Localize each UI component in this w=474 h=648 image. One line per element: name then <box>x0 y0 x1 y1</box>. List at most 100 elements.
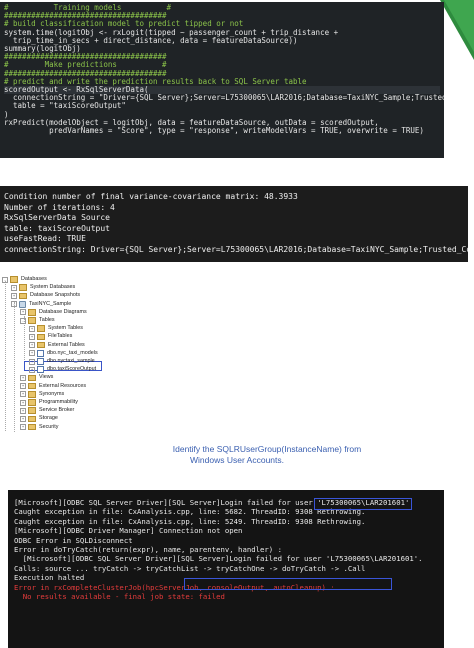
tree-node[interactable]: + System Tables <box>29 325 83 332</box>
tree-node-label: Storage <box>39 415 58 422</box>
tree-node[interactable]: + Synonyms <box>20 391 64 398</box>
expand-icon[interactable]: + <box>29 350 35 357</box>
console-line: RxSqlServerData Source <box>4 213 110 223</box>
tree-node[interactable]: + Service Broker <box>20 407 74 414</box>
collapse-icon[interactable]: - <box>11 301 17 308</box>
error-console-output: [Microsoft][ODBC SQL Server Driver][SQL … <box>8 490 444 648</box>
folder-icon <box>37 325 45 332</box>
tree-node-label: External Tables <box>48 341 85 348</box>
tree-node-label: Security <box>39 423 59 430</box>
folder-icon <box>19 284 27 291</box>
folder-icon <box>28 399 36 406</box>
tree-node-label: dbo.taxiScoreOutput <box>47 366 97 373</box>
folder-icon <box>28 407 36 414</box>
tree-node-label: Databases <box>21 276 47 282</box>
tree-node[interactable]: + Programmability <box>20 399 78 406</box>
tree-node-label: Programmability <box>39 399 78 405</box>
expand-icon[interactable]: + <box>11 284 17 291</box>
login-error-highlight-1 <box>314 498 412 510</box>
folder-icon <box>28 309 36 316</box>
tree-node-label: Database Diagrams <box>39 308 87 315</box>
r-code-editor[interactable]: # Training models # #####################… <box>0 2 444 158</box>
tree-node-label: dbo.nyctaxi_sample <box>47 358 95 364</box>
tree-node[interactable]: + System Databases <box>11 284 75 291</box>
folder-icon <box>28 382 36 390</box>
error-line: Error in doTryCatch(return(expr), name, … <box>14 545 282 555</box>
instruction-caption: Identify the SQLRUserGroup(InstanceName)… <box>0 444 474 466</box>
tree-node-label: System Databases <box>30 284 76 291</box>
expand-icon[interactable]: + <box>29 342 35 349</box>
tree-node[interactable]: + External Tables <box>29 342 85 349</box>
tree-node[interactable]: + Database Diagrams <box>20 309 87 316</box>
tree-node[interactable]: - Databases <box>2 276 47 283</box>
table-icon <box>37 350 44 357</box>
folder-icon <box>28 374 36 382</box>
expand-icon[interactable]: + <box>20 407 26 414</box>
tree-node[interactable]: + Storage <box>20 415 58 423</box>
tree-node[interactable]: - Tables <box>20 317 55 324</box>
tree-node[interactable]: + Database Snapshots <box>11 292 81 300</box>
expand-icon[interactable]: + <box>20 309 26 316</box>
caption-line-2: Windows User Accounts. <box>189 455 284 465</box>
tree-node[interactable]: + dbo.taxiScoreOutput <box>29 366 96 373</box>
database-icon <box>19 300 26 308</box>
tree-node[interactable]: + dbo.nyc_taxi_models <box>29 350 98 357</box>
tree-node-label: System Tables <box>48 325 83 332</box>
console-line: useFastRead: TRUE <box>4 234 86 244</box>
tree-node-label: dbo.nyc_taxi_models <box>47 349 98 356</box>
error-line: ODBC Error in SQLDisconnect <box>14 535 133 545</box>
error-line: Calls: source ... tryCatch -> tryCatchLi… <box>14 563 366 573</box>
folder-icon <box>28 317 36 324</box>
console-line: Condition number of final variance-covar… <box>4 192 298 201</box>
r-console-output: Condition number of final variance-covar… <box>0 186 468 262</box>
code-line[interactable]: predVarNames = "Score", type = "response… <box>4 126 440 135</box>
console-line: Number of iterations: 4 <box>4 202 115 212</box>
error-line: No results available - final job state: … <box>14 592 225 602</box>
code-line[interactable]: table = "taxiScoreOutput" <box>4 102 440 110</box>
tree-node-label: External Resources <box>39 382 87 389</box>
expand-icon[interactable]: + <box>29 366 35 373</box>
console-line: connectionString: Driver={SQL Server};Se… <box>4 244 468 254</box>
tree-node-label: Tables <box>39 317 55 323</box>
expand-icon[interactable]: + <box>20 383 26 390</box>
table-icon <box>37 358 44 365</box>
tree-node-label: FileTables <box>48 333 73 340</box>
expand-icon[interactable]: + <box>29 358 35 365</box>
error-line: [Microsoft][ODBC SQL Server Driver][SQL … <box>14 554 423 564</box>
folder-icon <box>10 276 18 283</box>
expand-icon[interactable]: + <box>20 399 26 406</box>
expand-icon[interactable]: + <box>20 374 26 381</box>
folder-icon <box>28 415 36 423</box>
folder-icon <box>19 292 27 300</box>
table-icon <box>37 366 44 373</box>
collapse-icon[interactable]: - <box>20 317 26 324</box>
login-error-highlight-2 <box>184 578 392 590</box>
object-explorer-tree: - Databases + System Databases + Database Sna… <box>0 274 142 436</box>
tree-node-label: Database Snapshots <box>30 292 81 299</box>
caption-line-1: Identify the SQLRUserGroup(InstanceName)… <box>172 444 362 454</box>
folder-icon <box>37 341 45 349</box>
tree-node[interactable]: + Security <box>20 424 58 431</box>
error-line: [Microsoft][ODBC Driver Manager] Connect… <box>14 526 243 536</box>
error-line: Caught exception in file: CxAnalysis.cpp… <box>14 516 366 526</box>
expand-icon[interactable]: + <box>29 325 35 332</box>
tree-node-label: Views <box>39 374 54 381</box>
console-line: table: taxiScoreOutput <box>4 223 110 233</box>
expand-icon[interactable]: + <box>20 424 26 431</box>
expand-icon[interactable]: + <box>11 292 17 299</box>
tree-node-label: TaxiNYC_Sample <box>29 300 72 307</box>
expand-icon[interactable]: + <box>29 333 35 340</box>
folder-icon <box>28 423 36 431</box>
tree-node[interactable]: + External Resources <box>20 383 86 390</box>
tree-node-label: Service Broker <box>39 407 75 414</box>
expand-icon[interactable]: + <box>20 391 26 398</box>
expand-icon[interactable]: + <box>20 415 26 422</box>
tree-node[interactable]: + dbo.nyctaxi_sample <box>29 358 95 365</box>
collapse-icon[interactable]: - <box>2 276 8 283</box>
tree-node[interactable]: + Views <box>20 374 54 382</box>
tree-node-label: Synonyms <box>39 390 65 397</box>
corner-triangle-icon <box>440 0 474 60</box>
tree-node[interactable]: - TaxiNYC_Sample <box>11 300 72 308</box>
tree-node[interactable]: + FileTables <box>29 333 73 341</box>
folder-icon <box>28 391 36 398</box>
